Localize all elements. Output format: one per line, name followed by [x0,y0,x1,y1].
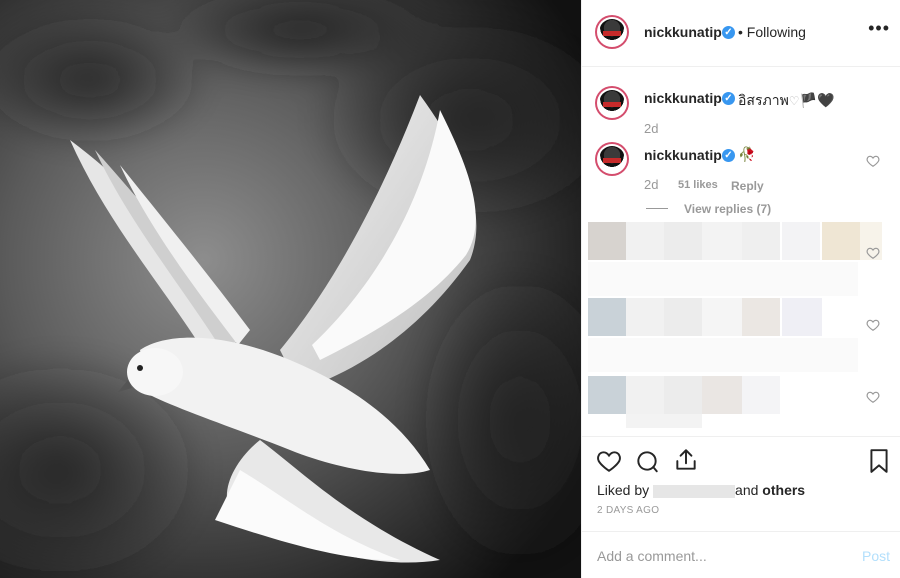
author-avatar[interactable] [595,15,629,49]
post-comment-button[interactable]: Post [862,548,890,564]
dove-image [0,0,581,578]
actions-divider [582,436,900,437]
liked-by-text: Liked by and others [597,482,806,498]
heart-icon[interactable] [596,448,622,474]
others-link[interactable]: others [762,482,805,498]
post-date: 2 DAYS AGO [597,505,660,516]
comment-like-icon[interactable] [866,318,880,332]
comment-icon[interactable] [634,448,660,474]
comment-like-icon[interactable] [866,246,880,260]
post-sidebar: nickkunatip ✓ • Following ••• nickkunati… [581,0,900,578]
verified-badge-icon: ✓ [722,92,735,105]
verified-badge-icon: ✓ [722,26,735,39]
share-icon[interactable] [673,447,699,473]
comment-avatar[interactable] [595,142,629,176]
comment-username[interactable]: nickkunatip [644,147,722,163]
blurred-username[interactable] [653,484,736,498]
following-button[interactable]: • Following [738,24,806,40]
comment-likes[interactable]: 51 likes [678,179,718,191]
caption-avatar[interactable] [595,86,629,120]
replies-divider [646,208,668,209]
comment-reply-button[interactable]: Reply [731,179,764,193]
caption-username[interactable]: nickkunatip [644,90,722,106]
header-divider [582,66,900,67]
comment-text: 🥀 [738,146,756,162]
comment-time[interactable]: 2d [644,177,658,192]
comment-like-icon[interactable] [866,154,880,168]
comment-input[interactable]: Add a comment... [597,548,707,564]
verified-badge-icon: ✓ [722,149,735,162]
caption-text: อิสรภาพ♡🏴🖤 [738,92,835,108]
author-username[interactable]: nickkunatip [644,24,722,40]
comment-divider [582,531,900,532]
caption-time[interactable]: 2d [644,121,658,136]
post-photo[interactable] [0,0,581,578]
bookmark-icon[interactable] [868,448,890,474]
view-replies-button[interactable]: View replies (7) [684,202,771,216]
comment-like-icon[interactable] [866,390,880,404]
more-options-icon[interactable]: ••• [868,18,890,39]
